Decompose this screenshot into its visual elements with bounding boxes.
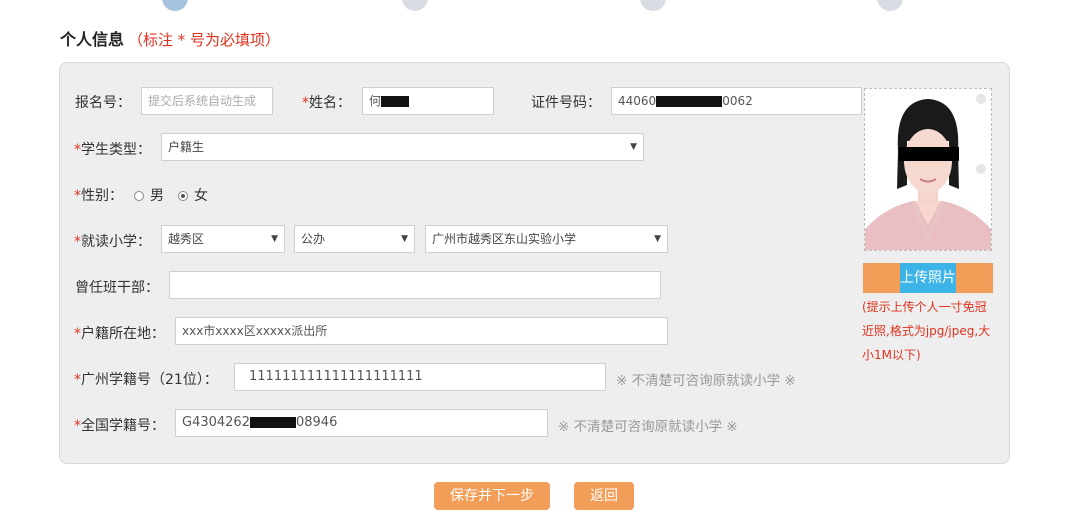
household-value: xxx市xxxx区xxxxx派出所 <box>182 324 328 338</box>
reg-no-input[interactable]: 提交后系统自动生成 <box>141 87 273 115</box>
redaction-mask <box>381 96 410 107</box>
gender-label: *性别： <box>74 188 123 204</box>
school-name-value: 广州市越秀区东山实验小学 <box>432 232 577 246</box>
radio-male[interactable] <box>134 191 144 201</box>
dropdown-arrow-icon: ▼ <box>654 234 661 244</box>
dropdown-arrow-icon: ▼ <box>271 234 278 244</box>
redaction-mask <box>656 96 723 107</box>
step-circle-4 <box>877 0 903 11</box>
redaction-mask <box>249 417 296 428</box>
portrait-image <box>865 89 991 250</box>
cadre-input[interactable] <box>169 271 661 299</box>
id-no-input[interactable]: 44060 0062 <box>611 87 862 115</box>
school-label: *就读小学： <box>74 234 151 250</box>
back-button[interactable]: 返回 <box>574 482 634 510</box>
national-no-input[interactable]: G4304262 08946 <box>175 409 548 437</box>
id-no-prefix: 44060 <box>618 94 657 108</box>
upload-photo-button[interactable]: 上传照片 <box>863 263 993 293</box>
save-next-button[interactable]: 保存并下一步 <box>434 482 550 510</box>
progress-strip <box>0 0 1065 11</box>
student-type-select[interactable]: 户籍生 ▼ <box>161 133 644 161</box>
photo-tip: (提示上传个人一寸免冠近照,格式为jpg/jpeg,大小1M以下) <box>862 300 991 362</box>
upload-photo-label[interactable]: 上传照片 <box>900 263 956 293</box>
household-input[interactable]: xxx市xxxx区xxxxx派出所 <box>175 317 668 345</box>
national-no-hint: ※ 不清楚可咨询原就读小学 ※ <box>558 419 738 435</box>
id-no-label: 证件号码： <box>531 95 601 111</box>
gz-no-label: *广州学籍号（21位）： <box>74 372 218 388</box>
step-circle-3 <box>640 0 666 11</box>
reg-no-label: 报名号： <box>75 95 131 111</box>
national-no-suffix: 08946 <box>295 415 338 430</box>
national-no-label: *全国学籍号： <box>74 418 165 434</box>
school-name-select[interactable]: 广州市越秀区东山实验小学 ▼ <box>425 225 668 253</box>
gender-female-option[interactable]: 女 <box>178 185 208 205</box>
id-no-suffix: 0062 <box>722 94 753 108</box>
student-type-value: 户籍生 <box>168 140 205 154</box>
student-type-label: *学生类型： <box>74 142 151 158</box>
reg-no-placeholder: 提交后系统自动生成 <box>148 94 257 108</box>
name-value: 何 <box>369 94 382 108</box>
section-title: 个人信息 （标注 * 号为必填项） <box>60 26 280 50</box>
gender-male-option[interactable]: 男 <box>134 185 164 205</box>
gz-no-input[interactable]: 111111111111111111111 <box>234 363 606 391</box>
school-type-value: 公办 <box>301 232 326 246</box>
name-label: *姓名： <box>302 95 351 111</box>
gz-no-value: 111111111111111111111 <box>249 369 423 384</box>
required-note: （标注 * 号为必填项） <box>128 31 281 49</box>
household-label: *户籍所在地： <box>74 326 165 342</box>
district-value: 越秀区 <box>168 232 205 246</box>
radio-female[interactable] <box>178 191 188 201</box>
section-title-text: 个人信息 <box>60 30 125 49</box>
national-no-prefix: G4304262 <box>182 415 250 430</box>
gz-no-hint: ※ 不清楚可咨询原就读小学 ※ <box>616 373 796 389</box>
dropdown-arrow-icon: ▼ <box>630 142 637 152</box>
district-select[interactable]: 越秀区 ▼ <box>161 225 285 253</box>
step-circle-2 <box>402 0 428 11</box>
id-photo <box>864 88 992 251</box>
cadre-label: 曾任班干部： <box>75 280 159 296</box>
school-type-select[interactable]: 公办 ▼ <box>294 225 415 253</box>
dropdown-arrow-icon: ▼ <box>401 234 408 244</box>
step-circle-1 <box>162 0 188 11</box>
name-input[interactable]: 何 <box>362 87 494 115</box>
